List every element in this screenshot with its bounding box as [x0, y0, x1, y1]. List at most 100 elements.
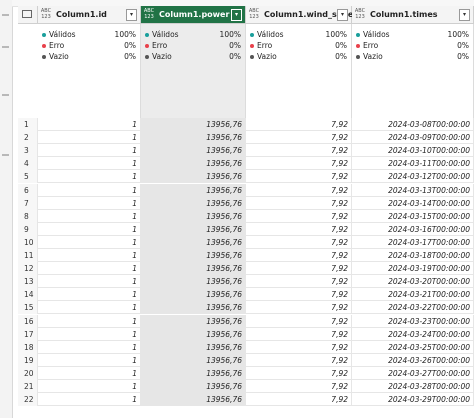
- cell-id[interactable]: 1: [38, 222, 141, 236]
- column-header-3[interactable]: ABC 123 Column1.times ▾: [352, 6, 474, 24]
- cell-time[interactable]: 2024-03-20T00:00:00: [352, 275, 474, 289]
- cell-wind[interactable]: 7,92: [246, 170, 352, 184]
- table-row[interactable]: 11 1 13956,76 7,92 2024-03-18T00:00:00: [18, 249, 474, 262]
- cell-wind[interactable]: 7,92: [246, 275, 352, 289]
- table-menu-button[interactable]: [18, 6, 38, 24]
- filter-dropdown-icon[interactable]: ▾: [459, 9, 470, 21]
- queries-pane-collapsed[interactable]: [0, 0, 13, 418]
- filter-dropdown-icon[interactable]: ▾: [231, 9, 242, 21]
- filter-dropdown-icon[interactable]: ▾: [337, 9, 348, 21]
- cell-power[interactable]: 13956,76: [141, 262, 246, 276]
- filter-dropdown-icon[interactable]: ▾: [126, 9, 137, 21]
- table-row[interactable]: 9 1 13956,76 7,92 2024-03-16T00:00:00: [18, 222, 474, 236]
- cell-id[interactable]: 1: [38, 209, 141, 223]
- table-row[interactable]: 18 1 13956,76 7,92 2024-03-25T00:00:00: [18, 340, 474, 354]
- table-row[interactable]: 22 1 13956,76 7,92 2024-03-29T00:00:00: [18, 393, 474, 407]
- cell-time[interactable]: 2024-03-09T00:00:00: [352, 131, 474, 145]
- type-any-icon[interactable]: ABC 123: [143, 8, 155, 20]
- column-header-1[interactable]: ABC 123 Column1.power ▾: [141, 6, 246, 24]
- cell-wind[interactable]: 7,92: [246, 366, 352, 380]
- cell-id[interactable]: 1: [38, 366, 141, 380]
- cell-id[interactable]: 1: [38, 288, 141, 302]
- table-row[interactable]: 2 1 13956,76 7,92 2024-03-09T00:00:00: [18, 131, 474, 145]
- table-row[interactable]: 21 1 13956,76 7,92 2024-03-28T00:00:00: [18, 380, 474, 393]
- cell-wind[interactable]: 7,92: [246, 157, 352, 171]
- cell-power[interactable]: 13956,76: [141, 327, 246, 341]
- cell-id[interactable]: 1: [38, 144, 141, 158]
- cell-id[interactable]: 1: [38, 275, 141, 289]
- cell-time[interactable]: 2024-03-24T00:00:00: [352, 327, 474, 341]
- table-row[interactable]: 3 1 13956,76 7,92 2024-03-10T00:00:00: [18, 144, 474, 158]
- cell-time[interactable]: 2024-03-11T00:00:00: [352, 157, 474, 171]
- cell-power[interactable]: 13956,76: [141, 170, 246, 184]
- table-row[interactable]: 5 1 13956,76 7,92 2024-03-12T00:00:00: [18, 170, 474, 184]
- table-row[interactable]: 6 1 13956,76 7,92 2024-03-13T00:00:00: [18, 183, 474, 197]
- cell-power[interactable]: 13956,76: [141, 353, 246, 367]
- type-any-icon[interactable]: ABC 123: [248, 8, 260, 20]
- cell-id[interactable]: 1: [38, 393, 141, 407]
- table-row[interactable]: 13 1 13956,76 7,92 2024-03-20T00:00:00: [18, 275, 474, 289]
- table-row[interactable]: 12 1 13956,76 7,92 2024-03-19T00:00:00: [18, 262, 474, 276]
- type-any-icon[interactable]: ABC 123: [40, 8, 52, 20]
- cell-time[interactable]: 2024-03-22T00:00:00: [352, 301, 474, 315]
- cell-time[interactable]: 2024-03-16T00:00:00: [352, 222, 474, 236]
- cell-time[interactable]: 2024-03-21T00:00:00: [352, 288, 474, 302]
- cell-time[interactable]: 2024-03-26T00:00:00: [352, 353, 474, 367]
- cell-id[interactable]: 1: [38, 314, 141, 328]
- cell-id[interactable]: 1: [38, 170, 141, 184]
- cell-power[interactable]: 13956,76: [141, 196, 246, 210]
- cell-time[interactable]: 2024-03-29T00:00:00: [352, 393, 474, 407]
- cell-power[interactable]: 13956,76: [141, 222, 246, 236]
- cell-wind[interactable]: 7,92: [246, 249, 352, 262]
- cell-power[interactable]: 13956,76: [141, 288, 246, 302]
- cell-power[interactable]: 13956,76: [141, 366, 246, 380]
- cell-id[interactable]: 1: [38, 301, 141, 315]
- cell-time[interactable]: 2024-03-19T00:00:00: [352, 262, 474, 276]
- cell-power[interactable]: 13956,76: [141, 118, 246, 131]
- cell-wind[interactable]: 7,92: [246, 209, 352, 223]
- cell-power[interactable]: 13956,76: [141, 144, 246, 158]
- cell-wind[interactable]: 7,92: [246, 301, 352, 315]
- cell-time[interactable]: 2024-03-13T00:00:00: [352, 183, 474, 197]
- table-row[interactable]: 16 1 13956,76 7,92 2024-03-23T00:00:00: [18, 314, 474, 328]
- cell-wind[interactable]: 7,92: [246, 118, 352, 131]
- table-row[interactable]: 8 1 13956,76 7,92 2024-03-15T00:00:00: [18, 209, 474, 223]
- cell-wind[interactable]: 7,92: [246, 183, 352, 197]
- cell-time[interactable]: 2024-03-23T00:00:00: [352, 314, 474, 328]
- cell-power[interactable]: 13956,76: [141, 380, 246, 393]
- cell-power[interactable]: 13956,76: [141, 249, 246, 262]
- cell-wind[interactable]: 7,92: [246, 327, 352, 341]
- cell-id[interactable]: 1: [38, 340, 141, 354]
- cell-wind[interactable]: 7,92: [246, 262, 352, 276]
- cell-time[interactable]: 2024-03-17T00:00:00: [352, 235, 474, 249]
- table-row[interactable]: 19 1 13956,76 7,92 2024-03-26T00:00:00: [18, 353, 474, 367]
- table-row[interactable]: 17 1 13956,76 7,92 2024-03-24T00:00:00: [18, 327, 474, 341]
- cell-time[interactable]: 2024-03-12T00:00:00: [352, 170, 474, 184]
- cell-wind[interactable]: 7,92: [246, 340, 352, 354]
- cell-id[interactable]: 1: [38, 327, 141, 341]
- cell-wind[interactable]: 7,92: [246, 131, 352, 145]
- cell-power[interactable]: 13956,76: [141, 301, 246, 315]
- cell-power[interactable]: 13956,76: [141, 157, 246, 171]
- table-row[interactable]: 15 1 13956,76 7,92 2024-03-22T00:00:00: [18, 301, 474, 315]
- column-header-2[interactable]: ABC 123 Column1.wind_speed ▾: [246, 6, 359, 24]
- cell-id[interactable]: 1: [38, 157, 141, 171]
- type-any-icon[interactable]: ABC 123: [354, 8, 366, 20]
- cell-time[interactable]: 2024-03-18T00:00:00: [352, 249, 474, 262]
- table-row[interactable]: 14 1 13956,76 7,92 2024-03-21T00:00:00: [18, 288, 474, 302]
- cell-id[interactable]: 1: [38, 353, 141, 367]
- cell-power[interactable]: 13956,76: [141, 235, 246, 249]
- cell-time[interactable]: 2024-03-28T00:00:00: [352, 380, 474, 393]
- cell-time[interactable]: 2024-03-10T00:00:00: [352, 144, 474, 158]
- cell-id[interactable]: 1: [38, 262, 141, 276]
- cell-id[interactable]: 1: [38, 183, 141, 197]
- cell-id[interactable]: 1: [38, 131, 141, 145]
- cell-time[interactable]: 2024-03-15T00:00:00: [352, 209, 474, 223]
- cell-wind[interactable]: 7,92: [246, 353, 352, 367]
- cell-wind[interactable]: 7,92: [246, 196, 352, 210]
- cell-time[interactable]: 2024-03-08T00:00:00: [352, 118, 474, 131]
- table-row[interactable]: 4 1 13956,76 7,92 2024-03-11T00:00:00: [18, 157, 474, 171]
- table-row[interactable]: 10 1 13956,76 7,92 2024-03-17T00:00:00: [18, 235, 474, 249]
- cell-wind[interactable]: 7,92: [246, 235, 352, 249]
- cell-wind[interactable]: 7,92: [246, 288, 352, 302]
